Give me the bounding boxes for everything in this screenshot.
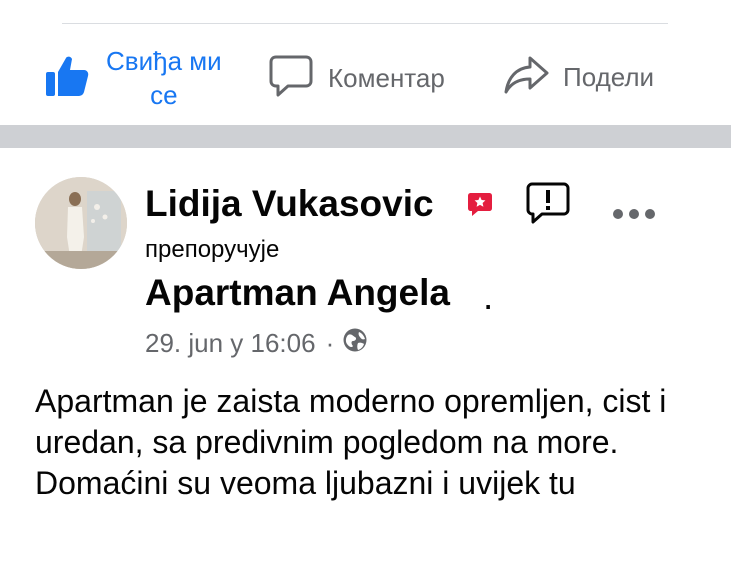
share-button[interactable]: Подели — [503, 54, 654, 101]
like-button[interactable]: Свиђа ми се — [44, 44, 222, 112]
post-separator — [0, 125, 731, 148]
page-name-period: . — [483, 276, 494, 317]
post-body: Apartman je zaista moderno opremljen, ci… — [35, 381, 695, 504]
like-label: Свиђа ми се — [106, 46, 222, 110]
meta-separator: · — [325, 328, 335, 358]
recommends-label: препоручује — [145, 236, 280, 263]
recommendation-icon — [466, 191, 494, 222]
comment-label: Коментар — [328, 63, 445, 93]
post-timestamp[interactable]: 29. jun у 16:06 — [145, 328, 316, 359]
post-body-paragraph: Apartman je zaista moderno opremljen, ci… — [35, 383, 667, 460]
share-label: Подели — [563, 62, 655, 92]
post-author[interactable]: Lidija Vukasovic — [145, 183, 434, 225]
share-icon — [503, 54, 549, 101]
thumbs-up-icon — [44, 52, 92, 105]
post-actions-bar: Свиђа ми се Коментар Подели — [0, 40, 731, 120]
globe-icon[interactable] — [342, 327, 368, 360]
avatar[interactable] — [35, 177, 127, 269]
comment-icon — [268, 54, 314, 103]
more-options-icon[interactable] — [612, 207, 656, 225]
post-meta: 29. jun у 16:06 · — [145, 327, 368, 360]
report-icon[interactable] — [525, 181, 571, 230]
recommended-page-link[interactable]: Apartman Angela — [145, 272, 450, 314]
post-body-paragraph: Domaćini su veoma ljubazni i uvijek tu — [35, 465, 576, 501]
comment-button[interactable]: Коментар — [268, 54, 445, 103]
top-divider — [62, 23, 668, 24]
